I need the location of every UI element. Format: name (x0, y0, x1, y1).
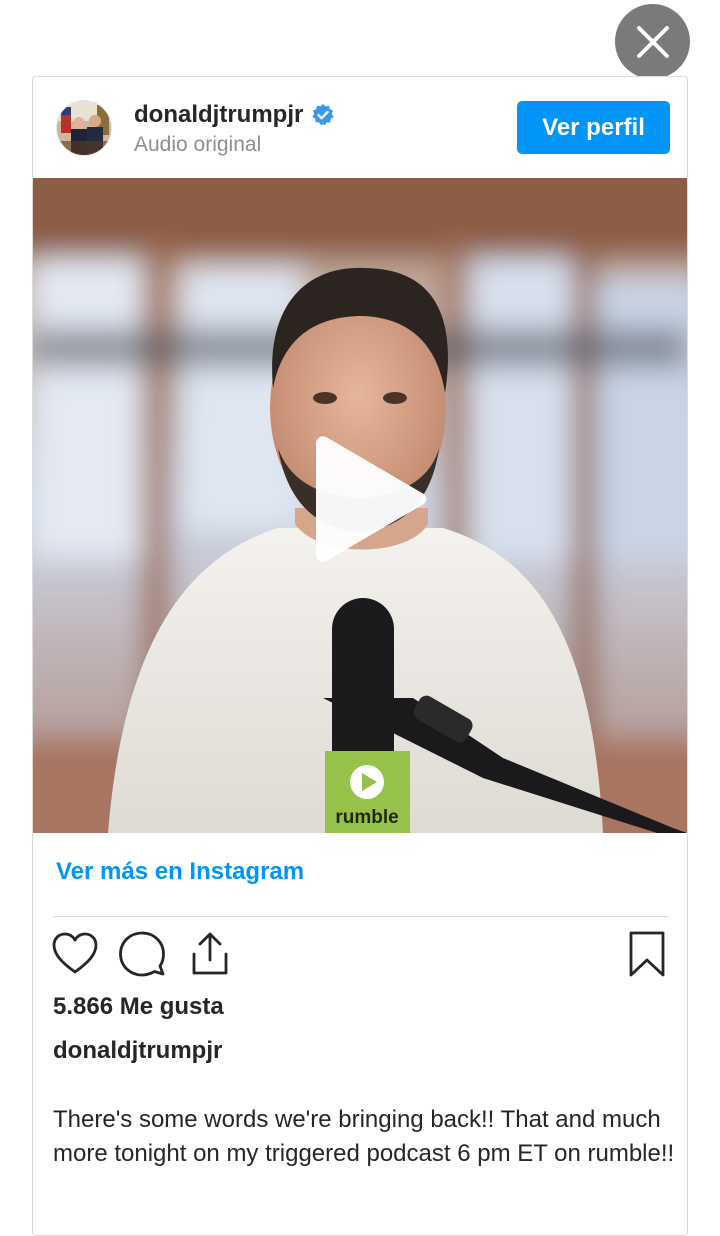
play-icon[interactable] (304, 436, 430, 562)
video-player[interactable]: rumble (33, 178, 687, 833)
post-header: donaldjtrumpjr Audio original Ver perfil (33, 77, 687, 178)
action-bar (33, 930, 687, 986)
mic-logo-text: rumble (335, 807, 398, 828)
divider (53, 916, 669, 917)
avatar[interactable] (56, 100, 112, 156)
caption-username[interactable]: donaldjtrumpjr (53, 1037, 222, 1065)
instagram-embed-card: donaldjtrumpjr Audio original Ver perfil (32, 76, 688, 1236)
view-profile-button[interactable]: Ver perfil (517, 101, 670, 154)
close-button[interactable] (615, 4, 690, 79)
audio-label[interactable]: Audio original (134, 133, 261, 157)
username[interactable]: donaldjtrumpjr (134, 101, 303, 129)
bookmark-icon[interactable] (627, 930, 667, 978)
username-row: donaldjtrumpjr (134, 101, 335, 129)
like-count[interactable]: 5.866 Me gusta (53, 993, 224, 1021)
close-icon (636, 25, 669, 58)
comment-icon[interactable] (118, 930, 166, 978)
heart-icon[interactable] (51, 930, 99, 978)
share-icon[interactable] (186, 930, 234, 978)
verified-badge-icon (312, 104, 334, 126)
post-caption: There's some words we're bringing back!!… (53, 1106, 675, 1167)
see-more-on-instagram-link[interactable]: Ver más en Instagram (56, 858, 304, 886)
